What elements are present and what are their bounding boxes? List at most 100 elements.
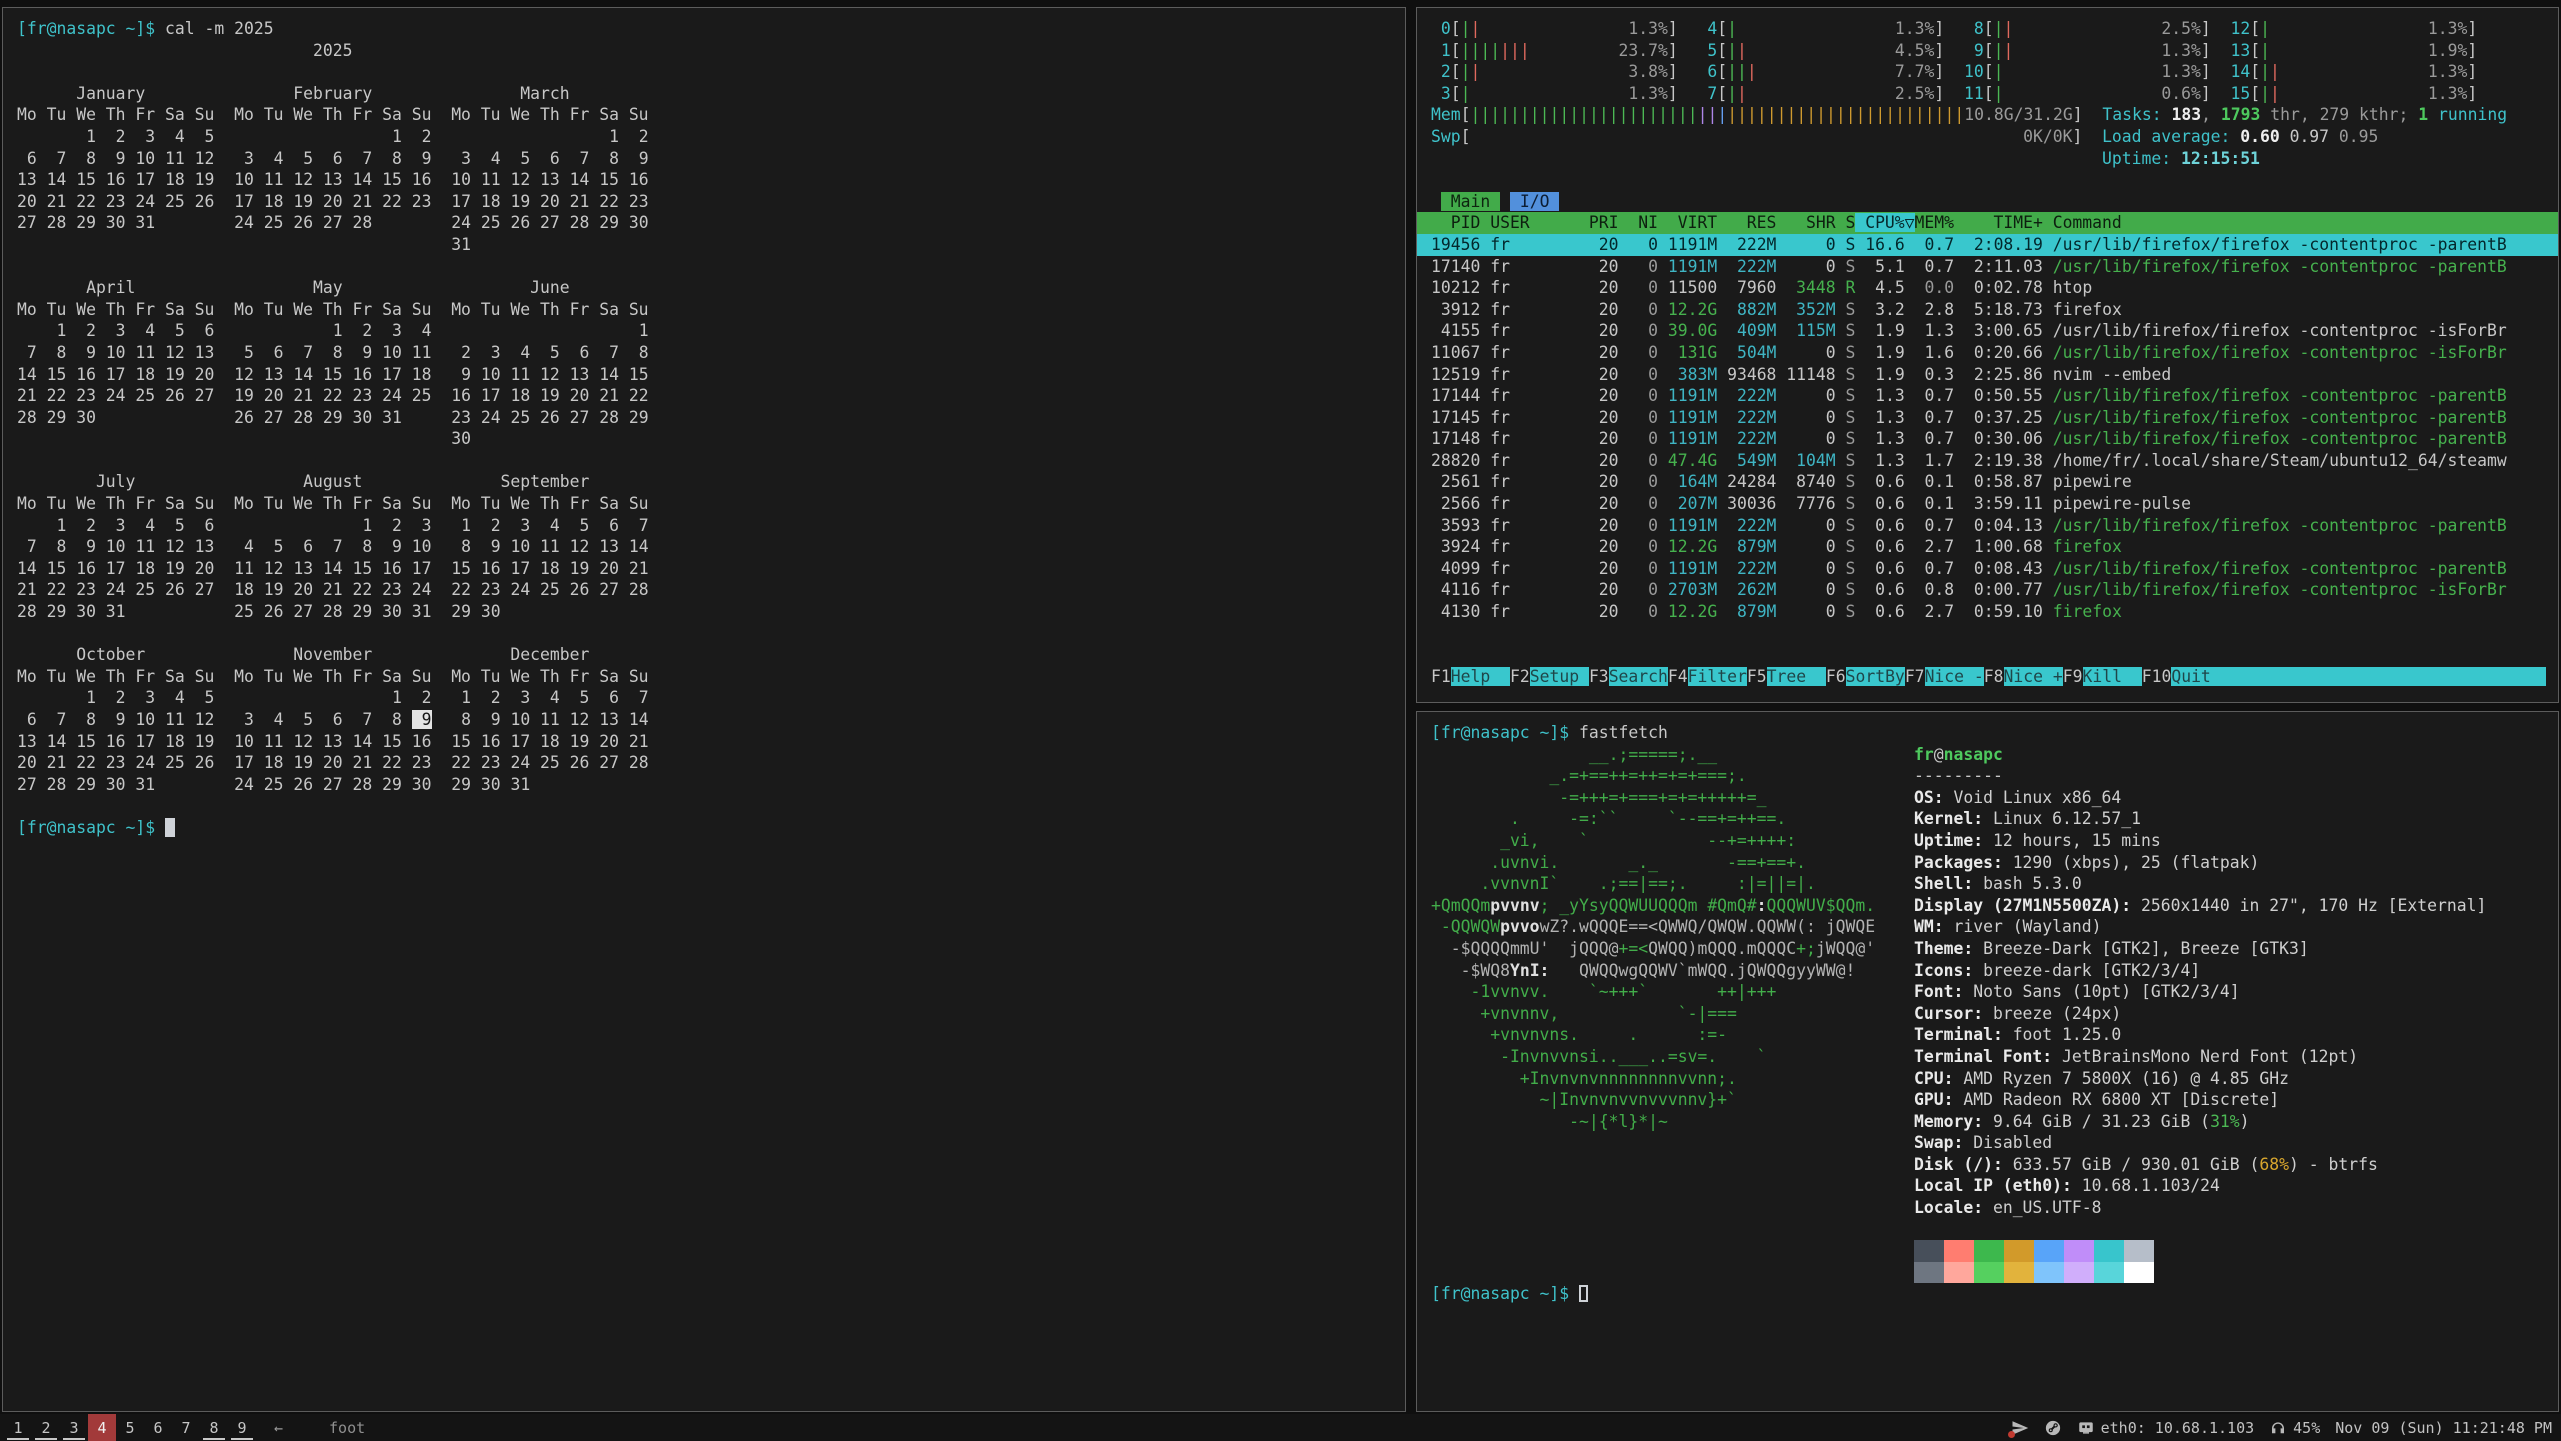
color-swatch (1974, 1262, 2004, 1284)
fastfetch-title: fr@nasapc (1914, 744, 2486, 766)
fastfetch-info-row: Theme: Breeze-Dark [GTK2], Breeze [GTK3] (1914, 938, 2486, 960)
volume-module: 45% (2269, 1419, 2320, 1437)
process-row[interactable]: 2561 fr 20 0 164M 24284 8740 S 0.6 0.1 0… (1417, 471, 2558, 493)
calendar-week-row: 1 2 3 4 5 6 1 2 3 1 2 3 4 5 6 7 (3, 515, 1405, 537)
calendar-week-row: 30 (3, 428, 1405, 450)
color-swatch (2034, 1262, 2064, 1284)
calendar-week-row: 7 8 9 10 11 12 13 5 6 7 8 9 10 11 2 3 4 … (3, 342, 1405, 364)
logo-line: _.=+==++=++=+=+===;. (1431, 765, 1914, 787)
fastfetch-prompt-line: [fr@nasapc ~]$ (1417, 1283, 2558, 1305)
fastfetch-info-row: Kernel: Linux 6.12.57_1 (1914, 808, 2486, 830)
memory-meter-row: Mem[||||||||||||||||||||||||||||||||||||… (1417, 104, 2558, 126)
headphones-icon (2269, 1419, 2287, 1437)
fastfetch-info-row: OS: Void Linux x86_64 (1914, 787, 2486, 809)
calendar-week-row: 27 28 29 30 31 24 25 26 27 28 29 30 29 3… (3, 774, 1405, 796)
calendar-week-row: 1 2 3 4 5 1 2 1 2 3 4 5 6 7 (3, 687, 1405, 709)
calendar-week-row: 14 15 16 17 18 19 20 12 13 14 15 16 17 1… (3, 364, 1405, 386)
calendar-day-header: Mo Tu We Th Fr Sa Su Mo Tu We Th Fr Sa S… (3, 666, 1405, 688)
process-row[interactable]: 4155 fr 20 0 39.0G 409M 115M S 1.9 1.3 3… (1417, 320, 2558, 342)
htop-tabs[interactable]: Main I/O (1417, 191, 2558, 213)
color-swatch (1944, 1262, 1974, 1284)
color-swatch (2094, 1262, 2124, 1284)
process-row[interactable]: 4116 fr 20 0 2703M 262M 0 S 0.6 0.8 0:00… (1417, 579, 2558, 601)
process-row[interactable]: 3593 fr 20 0 1191M 222M 0 S 0.6 0.7 0:04… (1417, 515, 2558, 537)
function-key-bar[interactable]: F1Help F2Setup F3SearchF4FilterF5Tree F6… (1417, 666, 2558, 688)
network-address: eth0: 10.68.1.103 (2101, 1419, 2255, 1437)
calendar-day-header: Mo Tu We Th Fr Sa Su Mo Tu We Th Fr Sa S… (3, 299, 1405, 321)
process-row[interactable]: 3924 fr 20 0 12.2G 879M 0 S 0.6 2.7 1:00… (1417, 536, 2558, 558)
process-row[interactable]: 17140 fr 20 0 1191M 222M 0 S 5.1 0.7 2:1… (1417, 256, 2558, 278)
window-title: foot (329, 1419, 365, 1437)
uptime-row: Uptime: 12:15:51 (1417, 148, 2558, 170)
workspace-tag-2[interactable]: 2 (32, 1414, 60, 1441)
color-swatch (2004, 1240, 2034, 1262)
fastfetch-info-row: Uptime: 12 hours, 15 mins (1914, 830, 2486, 852)
htop-output: 0[|| 1.3%] 4[| 1.3%] 8[|| 2.5%] 12[| 1.3… (1417, 8, 2558, 687)
process-row[interactable]: 28820 fr 20 0 47.4G 549M 104M S 1.3 1.7 … (1417, 450, 2558, 472)
color-swatch (2064, 1240, 2094, 1262)
workspace-tag-7[interactable]: 7 (172, 1414, 200, 1441)
fastfetch-info-row: Icons: breeze-dark [GTK2/3/4] (1914, 960, 2486, 982)
fastfetch-info-row: Locale: en_US.UTF-8 (1914, 1197, 2486, 1219)
color-swatch (2124, 1240, 2154, 1262)
process-row[interactable]: 12519 fr 20 0 383M 93468 11148 S 1.9 0.3… (1417, 364, 2558, 386)
calendar-week-row: 1 2 3 4 5 1 2 1 2 (3, 126, 1405, 148)
calendar-week-row: 7 8 9 10 11 12 13 4 5 6 7 8 9 10 8 9 10 … (3, 536, 1405, 558)
fastfetch-info-row: Swap: Disabled (1914, 1132, 2486, 1154)
fastfetch-info-row: Disk (/): 633.57 GiB / 930.01 GiB (68%) … (1914, 1154, 2486, 1176)
calendar-week-row: 20 21 22 23 24 25 26 17 18 19 20 21 22 2… (3, 191, 1405, 213)
logo-line: _vi, ` --+=++++: (1431, 830, 1914, 852)
process-row[interactable]: 4099 fr 20 0 1191M 222M 0 S 0.6 0.7 0:08… (1417, 558, 2558, 580)
logo-line: +QmQQmpvvnv; _yYsyQQWUUQQQm #QmQ#:QQQWUV… (1431, 895, 1914, 917)
process-row[interactable]: 17148 fr 20 0 1191M 222M 0 S 1.3 0.7 0:3… (1417, 428, 2558, 450)
logo-line: -$QQQQmmU' jQQQ@+=<QWQQ)mQQQ.mQQQC+;jWQQ… (1431, 938, 1914, 960)
volume-level: 45% (2293, 1419, 2320, 1437)
logo-line: +Invnvnvnnnnnnnnvvnn;. (1431, 1068, 1914, 1090)
calendar-week-row: 31 (3, 234, 1405, 256)
status-bar: 123456789 ← foot (0, 1414, 2561, 1441)
steam-icon (2044, 1419, 2062, 1437)
fastfetch-info-row: Cursor: breeze (24px) (1914, 1003, 2486, 1025)
terminal-calendar-pane[interactable]: [fr@nasapc ~]$ cal -m 2025 2025 January … (2, 7, 1406, 1412)
process-row[interactable]: 17144 fr 20 0 1191M 222M 0 S 1.3 0.7 0:5… (1417, 385, 2558, 407)
fastfetch-info-row: WM: river (Wayland) (1914, 916, 2486, 938)
process-row[interactable]: 19456 fr 20 0 1191M 222M 0 S 16.6 0.7 2:… (1417, 234, 2558, 256)
process-row[interactable]: 10212 fr 20 0 11500 7960 3448 R 4.5 0.0 … (1417, 277, 2558, 299)
logo-line: . -=:`` `--==+=++==. (1431, 808, 1914, 830)
calendar-week-row: 6 7 8 9 10 11 12 3 4 5 6 7 8 9 3 4 5 6 7… (3, 148, 1405, 170)
palette-normal-row (1914, 1240, 2486, 1262)
status-bar-left: 123456789 ← foot (0, 1414, 365, 1441)
logo-line: +vnvnnv, `-|=== (1431, 1003, 1914, 1025)
cursor-hollow (1579, 1285, 1588, 1302)
workspace-tag-9[interactable]: 9 (228, 1414, 256, 1441)
process-row[interactable]: 2566 fr 20 0 207M 30036 7776 S 0.6 0.1 3… (1417, 493, 2558, 515)
process-row[interactable]: 4130 fr 20 0 12.2G 879M 0 S 0.6 2.7 0:59… (1417, 601, 2558, 623)
send-icon (2011, 1419, 2029, 1437)
process-table-header[interactable]: PID USER PRI NI VIRT RES SHR S CPU%▽MEM%… (1417, 212, 2558, 234)
calendar-month-names: July August September (3, 471, 1405, 493)
workspace-tag-8[interactable]: 8 (200, 1414, 228, 1441)
workspace-tag-3[interactable]: 3 (60, 1414, 88, 1441)
calendar-day-header: Mo Tu We Th Fr Sa Su Mo Tu We Th Fr Sa S… (3, 104, 1405, 126)
cpu-meter-row: 2[|| 3.8%] 6[||| 7.7%] 10[| 1.3%] 14[|| … (1417, 61, 2558, 83)
cursor (165, 818, 175, 837)
calendar-week-row: 28 29 30 31 25 26 27 28 29 30 31 29 30 (3, 601, 1405, 623)
process-row[interactable]: 11067 fr 20 0 131G 504M 0 S 1.9 1.6 0:20… (1417, 342, 2558, 364)
calendar-week-row: 20 21 22 23 24 25 26 17 18 19 20 21 22 2… (3, 752, 1405, 774)
logo-line: -Invnvvnsi..___..=sv=. ` (1431, 1046, 1914, 1068)
fastfetch-info-row: Local IP (eth0): 10.68.1.103/24 (1914, 1175, 2486, 1197)
logo-line: ~|Invnvnvvnvvvnnv}+` (1431, 1089, 1914, 1111)
terminal-htop-pane[interactable]: 0[|| 1.3%] 4[| 1.3%] 8[|| 2.5%] 12[| 1.3… (1416, 7, 2559, 703)
layout-arrow-icon: ← (274, 1419, 283, 1437)
process-row[interactable]: 3912 fr 20 0 12.2G 882M 352M S 3.2 2.8 5… (1417, 299, 2558, 321)
workspace-tag-4[interactable]: 4 (88, 1414, 116, 1441)
logo-line: __.;=====;.__ (1431, 744, 1914, 766)
workspace-tag-1[interactable]: 1 (4, 1414, 32, 1441)
fastfetch-info-row: Memory: 9.64 GiB / 31.23 GiB (31%) (1914, 1111, 2486, 1133)
process-row[interactable]: 17145 fr 20 0 1191M 222M 0 S 1.3 0.7 0:3… (1417, 407, 2558, 429)
workspace-tag-6[interactable]: 6 (144, 1414, 172, 1441)
terminal-fastfetch-pane[interactable]: [fr@nasapc ~]$ fastfetch __.;=====;.__ _… (1416, 711, 2559, 1412)
color-swatch (1914, 1240, 1944, 1262)
fastfetch-info-row: CPU: AMD Ryzen 7 5800X (16) @ 4.85 GHz (1914, 1068, 2486, 1090)
workspace-tag-5[interactable]: 5 (116, 1414, 144, 1441)
